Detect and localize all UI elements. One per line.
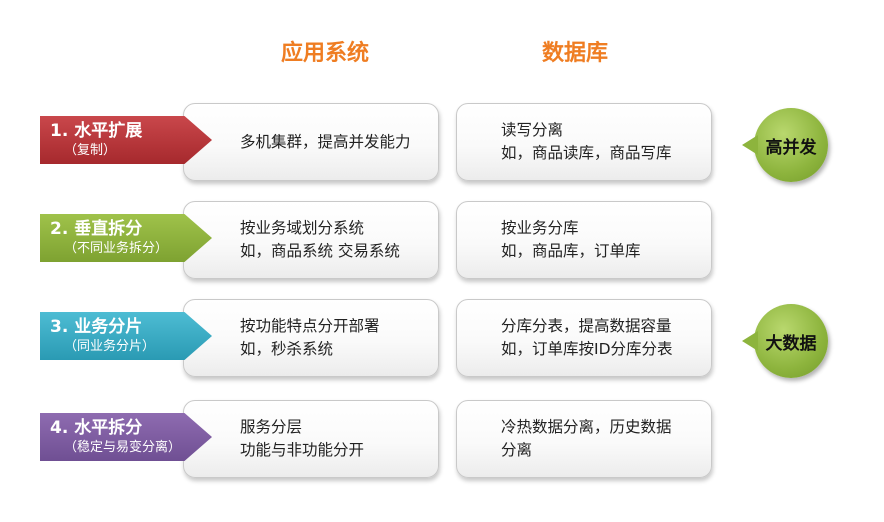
box-text-line: 多机集群，提高并发能力 [240,132,411,151]
app-system-box: 按业务域划分系统 如，商品系统 交易系统 [183,201,439,279]
box-text-line: 功能与非功能分开 [240,441,365,459]
box-text-line: 按业务分库 [501,219,579,237]
step-title: 2. 垂直拆分 [50,219,143,239]
step-tag: 3. 业务分片 （同业务分片） [40,312,212,360]
box-text-line: 读写分离 [501,121,564,139]
step-tag: 1. 水平扩展 （复制） [40,116,212,164]
box-text-line: 分离 [501,441,533,459]
box-text-line: 冷热数据分离，历史数据 [501,418,672,436]
database-box: 读写分离 如，商品读库，商品写库 [456,103,712,181]
app-system-box: 按功能特点分开部署 如，秒杀系统 [183,299,439,377]
row-vertical-split: 按业务域划分系统 如，商品系统 交易系统 按业务分库 如，商品库，订单库 2. … [0,201,884,281]
step-tag: 4. 水平拆分 （稳定与易变分离） [40,413,212,461]
box-text-line: 如，商品系统 交易系统 [240,242,400,260]
app-system-box: 多机集群，提高并发能力 [183,103,439,181]
database-box: 分库分表，提高数据容量 如，订单库按ID分库分表 [456,299,712,377]
box-text-line: 如，秒杀系统 [240,340,334,358]
step-subtitle: （复制） [64,143,117,158]
step-subtitle: （不同业务拆分） [64,241,169,256]
step-subtitle: （稳定与易变分离） [64,440,182,455]
app-system-header: 应用系统 [280,41,369,66]
box-text-line: 如，订单库按ID分库分表 [501,340,673,358]
step-title: 3. 业务分片 [50,317,143,337]
box-text-line: 分库分表，提高数据容量 [501,317,672,335]
high-concurrency-badge: 高并发 [742,108,828,182]
database-box: 冷热数据分离，历史数据 分离 [456,400,712,478]
step-tag: 2. 垂直拆分 （不同业务拆分） [40,214,212,262]
database-box: 按业务分库 如，商品库，订单库 [456,201,712,279]
box-text-line: 服务分层 [240,418,303,436]
app-system-box: 服务分层 功能与非功能分开 [183,400,439,478]
box-text-line: 按业务域划分系统 [240,219,365,237]
step-subtitle: （同业务分片） [64,339,156,354]
box-text-line: 如，商品读库，商品写库 [501,144,672,162]
database-header: 数据库 [541,41,608,66]
step-title: 1. 水平扩展 [50,121,143,141]
big-data-badge: 大数据 [742,304,828,378]
row-horizontal-split: 服务分层 功能与非功能分开 冷热数据分离，历史数据 分离 4. 水平拆分 （稳定… [0,400,884,480]
box-text-line: 如，商品库，订单库 [501,242,641,260]
step-title: 4. 水平拆分 [50,418,143,438]
box-text-line: 按功能特点分开部署 [240,317,380,335]
